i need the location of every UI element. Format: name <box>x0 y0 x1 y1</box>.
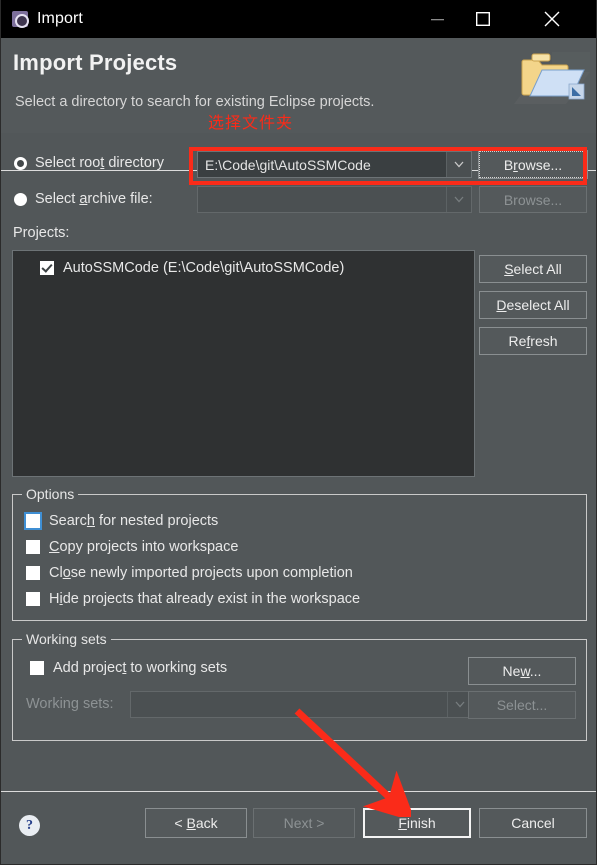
checkbox-search-nested-projects[interactable] <box>24 512 42 530</box>
working-sets-combo-label: Working sets: <box>26 696 114 712</box>
select-all-button[interactable]: Select All <box>479 255 587 283</box>
eclipse-import-icon <box>12 11 29 28</box>
options-group: Options Search for nested projects Copy … <box>12 486 587 621</box>
checkbox-row-search-nested[interactable]: Search for nested projects <box>24 512 219 530</box>
next-button: Next > <box>253 808 355 838</box>
maximize-icon <box>476 12 490 26</box>
radio-select-archive-file[interactable] <box>14 192 27 206</box>
cancel-button[interactable]: Cancel <box>479 808 587 838</box>
checkbox-add-project-to-working-sets[interactable] <box>30 661 44 675</box>
browse-archive-file-button: Browse... <box>479 186 587 213</box>
radio-label-root-directory: Select root directory <box>35 155 164 171</box>
select-all-label: Select All <box>504 261 562 277</box>
finish-button[interactable]: Finish <box>363 808 471 838</box>
title-bar: Import <box>1 0 596 38</box>
dialog-body: Select root directory E:\Code\git\AutoSS… <box>1 134 596 791</box>
back-button[interactable]: < Back <box>145 808 247 838</box>
window-title: Import <box>37 10 83 27</box>
deselect-all-button[interactable]: Deselect All <box>479 291 587 319</box>
radio-select-root-directory[interactable] <box>14 156 27 170</box>
close-icon <box>544 11 560 27</box>
checkbox-copy-projects-into-workspace[interactable] <box>26 540 40 554</box>
working-sets-group-title: Working sets <box>22 631 111 647</box>
checkbox-row-copy-projects[interactable]: Copy projects into workspace <box>26 539 238 555</box>
browse-root-directory-button[interactable]: Browse... <box>478 150 588 179</box>
label-search-nested-projects: Search for nested projects <box>49 513 219 529</box>
minimize-icon <box>430 18 444 20</box>
root-directory-combo[interactable]: E:\Code\git\AutoSSMCode <box>197 151 472 178</box>
maximize-button[interactable] <box>460 0 506 38</box>
next-label: Next > <box>283 815 325 831</box>
list-item[interactable]: AutoSSMCode (E:\Code\git\AutoSSMCode) <box>40 260 474 276</box>
select-working-set-label: Select... <box>496 697 548 713</box>
select-working-set-button: Select... <box>468 691 576 719</box>
checkbox-row-add-project-to-working-sets[interactable]: Add project to working sets <box>30 660 227 676</box>
radio-label-archive-file: Select archive file: <box>35 191 153 207</box>
minimize-button[interactable] <box>414 0 460 38</box>
deselect-all-label: Deselect All <box>496 297 570 313</box>
checkbox-hide-existing-projects[interactable] <box>26 592 40 606</box>
dialog-footer: ? < Back Next > Finish Cancel <box>1 792 596 864</box>
finish-label: Finish <box>398 815 436 831</box>
back-label: < Back <box>174 815 218 831</box>
project-checkbox[interactable] <box>40 261 54 275</box>
refresh-label: Refresh <box>508 333 558 349</box>
chevron-down-icon[interactable] <box>446 152 471 177</box>
browse-root-label: Browse... <box>503 156 563 173</box>
checkbox-row-hide-existing[interactable]: Hide projects that already exist in the … <box>26 591 360 607</box>
wizard-header: Import Projects Select a directory to se… <box>1 38 596 171</box>
import-dialog-window: Import Import Projects Select a director… <box>0 0 597 865</box>
working-sets-group: Working sets Add project to working sets… <box>12 631 587 741</box>
radio-row-root-directory[interactable]: Select root directory <box>14 155 164 171</box>
refresh-button[interactable]: Refresh <box>479 327 587 355</box>
projects-label: Projects: <box>13 225 70 241</box>
project-label: AutoSSMCode (E:\Code\git\AutoSSMCode) <box>63 260 345 276</box>
chevron-down-icon-archive <box>446 187 471 212</box>
label-copy-projects-into-workspace: Copy projects into workspace <box>49 539 239 555</box>
open-folder-icon <box>514 52 590 104</box>
projects-list[interactable]: AutoSSMCode (E:\Code\git\AutoSSMCode) <box>12 250 475 477</box>
options-group-title: Options <box>22 486 79 502</box>
archive-file-combo <box>197 186 472 213</box>
browse-archive-label: Browse... <box>503 191 563 208</box>
label-close-newly-imported-projects: Close newly imported projects upon compl… <box>49 565 353 581</box>
close-button[interactable] <box>529 0 575 38</box>
label-add-project-to-working-sets: Add project to working sets <box>53 660 228 676</box>
checkbox-close-newly-imported-projects[interactable] <box>26 566 40 580</box>
page-title: Import Projects <box>13 50 178 75</box>
new-working-set-button[interactable]: New... <box>468 657 576 685</box>
label-hide-existing-projects: Hide projects that already exist in the … <box>49 591 361 607</box>
root-directory-value: E:\Code\git\AutoSSMCode <box>205 156 371 173</box>
radio-row-archive-file[interactable]: Select archive file: <box>14 191 153 207</box>
new-working-set-label: New... <box>502 663 542 679</box>
page-description: Select a directory to search for existin… <box>15 94 375 110</box>
working-sets-combo <box>130 691 473 718</box>
annotation-text-select-folder: 选择文件夹 <box>208 113 294 132</box>
cancel-label: Cancel <box>511 815 555 831</box>
checkbox-row-close-imported[interactable]: Close newly imported projects upon compl… <box>26 565 353 581</box>
help-icon[interactable]: ? <box>19 815 40 836</box>
